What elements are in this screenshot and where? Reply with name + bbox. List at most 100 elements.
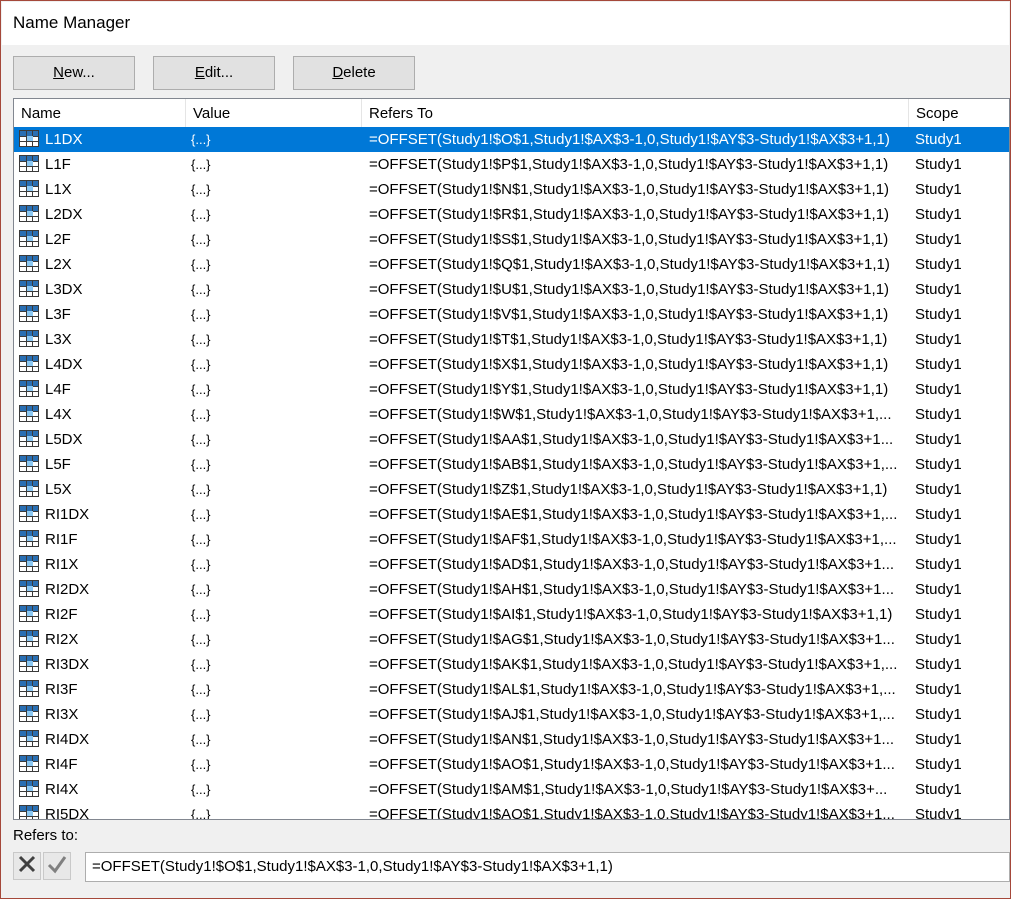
table-row[interactable]: RI4X {...} =OFFSET(Study1!$AM$1,Study1!$AX… [14, 777, 1009, 802]
row-scope: Study1 [915, 156, 962, 173]
row-name: L4X [45, 406, 72, 423]
table-row[interactable]: L1DX {...} =OFFSET(Study1!$O$1,Study1!$AX$… [14, 127, 1009, 152]
confirm-edit-button[interactable] [43, 852, 71, 880]
table-row[interactable]: L5X {...} =OFFSET(Study1!$Z$1,Study1!$AX$3… [14, 477, 1009, 502]
checkmark-icon [47, 856, 67, 874]
row-value: {...} [191, 457, 211, 472]
row-value: {...} [191, 482, 211, 497]
table-row[interactable]: RI4F {...} =OFFSET(Study1!$AO$1,Study1!$AX… [14, 752, 1009, 777]
row-value: {...} [191, 407, 211, 422]
edit-button-label: dit... [204, 64, 234, 81]
table-row[interactable]: L4DX {...} =OFFSET(Study1!$X$1,Study1!$AX$… [14, 352, 1009, 377]
row-refers-to: =OFFSET(Study1!$Q$1,Study1!$AX$3-1,0,Stu… [369, 256, 890, 273]
edit-button[interactable]: Edit... [153, 56, 275, 90]
row-name: L1F [45, 156, 71, 173]
table-row[interactable]: RI1F {...} =OFFSET(Study1!$AF$1,Study1!$AX… [14, 527, 1009, 552]
table-row[interactable]: L5F {...} =OFFSET(Study1!$AB$1,Study1!$AX$… [14, 452, 1009, 477]
title-bar: Name Manager [2, 2, 1009, 45]
table-row[interactable]: L2X {...} =OFFSET(Study1!$Q$1,Study1!$AX$3… [14, 252, 1009, 277]
named-range-icon [19, 452, 43, 477]
table-row[interactable]: L4F {...} =OFFSET(Study1!$Y$1,Study1!$AX$3… [14, 377, 1009, 402]
table-row[interactable]: L4X {...} =OFFSET(Study1!$W$1,Study1!$AX$3… [14, 402, 1009, 427]
row-value: {...} [191, 557, 211, 572]
named-range-icon [19, 252, 43, 277]
new-button[interactable]: New... [13, 56, 135, 90]
table-row[interactable]: L3X {...} =OFFSET(Study1!$T$1,Study1!$AX$3… [14, 327, 1009, 352]
table-row[interactable]: RI3X {...} =OFFSET(Study1!$AJ$1,Study1!$AX… [14, 702, 1009, 727]
close-icon [18, 855, 36, 873]
row-refers-to: =OFFSET(Study1!$O$1,Study1!$AX$3-1,0,Stu… [369, 131, 890, 148]
named-range-icon [19, 677, 43, 702]
row-value: {...} [191, 157, 211, 172]
row-name: L3X [45, 331, 72, 348]
row-value: {...} [191, 732, 211, 747]
table-row[interactable]: L1X {...} =OFFSET(Study1!$N$1,Study1!$AX$3… [14, 177, 1009, 202]
row-refers-to: =OFFSET(Study1!$AN$1,Study1!$AX$3-1,0,St… [369, 731, 895, 748]
table-row[interactable]: RI2F {...} =OFFSET(Study1!$AI$1,Study1!$AX… [14, 602, 1009, 627]
table-row[interactable]: RI1DX {...} =OFFSET(Study1!$AE$1,Study1!$A… [14, 502, 1009, 527]
row-refers-to: =OFFSET(Study1!$AI$1,Study1!$AX$3-1,0,St… [369, 606, 893, 623]
named-range-icon [19, 202, 43, 227]
row-scope: Study1 [915, 556, 962, 573]
row-value: {...} [191, 657, 211, 672]
delete-button-label: elete [343, 64, 376, 81]
row-refers-to: =OFFSET(Study1!$AQ$1,Study1!$AX$3-1,0,St… [369, 806, 895, 820]
named-range-icon [19, 152, 43, 177]
table-row[interactable]: RI3F {...} =OFFSET(Study1!$AL$1,Study1!$AX… [14, 677, 1009, 702]
row-name: RI1F [45, 531, 78, 548]
table-row[interactable]: RI3DX {...} =OFFSET(Study1!$AK$1,Study1!$A… [14, 652, 1009, 677]
row-value: {...} [191, 332, 211, 347]
row-value: {...} [191, 357, 211, 372]
row-scope: Study1 [915, 631, 962, 648]
column-header-refers-to[interactable]: Refers To [362, 99, 909, 127]
row-value: {...} [191, 282, 211, 297]
row-scope: Study1 [915, 781, 962, 798]
row-refers-to: =OFFSET(Study1!$Y$1,Study1!$AX$3-1,0,Stu… [369, 381, 889, 398]
row-refers-to: =OFFSET(Study1!$AO$1,Study1!$AX$3-1,0,St… [369, 756, 895, 773]
row-name: RI1DX [45, 506, 90, 523]
delete-button-accel: D [332, 64, 344, 81]
row-scope: Study1 [915, 406, 962, 423]
table-row[interactable]: RI5DX {...} =OFFSET(Study1!$AQ$1,Study1!$A… [14, 802, 1009, 820]
table-row[interactable]: RI2X {...} =OFFSET(Study1!$AG$1,Study1!$AX… [14, 627, 1009, 652]
row-refers-to: =OFFSET(Study1!$AA$1,Study1!$AX$3-1,0,St… [369, 431, 894, 448]
names-list[interactable]: Name Value Refers To Scope L1DX {...} =OFF… [13, 98, 1010, 820]
delete-button[interactable]: Delete [293, 56, 415, 90]
row-scope: Study1 [915, 381, 962, 398]
column-header-scope[interactable]: Scope [909, 99, 1009, 127]
table-row[interactable]: L3F {...} =OFFSET(Study1!$V$1,Study1!$AX$3… [14, 302, 1009, 327]
row-value: {...} [191, 507, 211, 522]
cancel-edit-button[interactable] [13, 852, 41, 880]
table-row[interactable]: RI2DX {...} =OFFSET(Study1!$AH$1,Study1!$A… [14, 577, 1009, 602]
row-refers-to: =OFFSET(Study1!$Z$1,Study1!$AX$3-1,0,Stu… [369, 481, 888, 498]
named-range-icon [19, 427, 43, 452]
table-row[interactable]: L2DX {...} =OFFSET(Study1!$R$1,Study1!$AX$… [14, 202, 1009, 227]
row-refers-to: =OFFSET(Study1!$X$1,Study1!$AX$3-1,0,Stu… [369, 356, 889, 373]
row-name: RI3F [45, 681, 78, 698]
named-range-icon [19, 602, 43, 627]
named-range-icon [19, 577, 43, 602]
row-name: RI2F [45, 606, 78, 623]
named-range-icon [19, 627, 43, 652]
row-scope: Study1 [915, 806, 962, 820]
row-refers-to: =OFFSET(Study1!$AF$1,Study1!$AX$3-1,0,St… [369, 531, 897, 548]
row-value: {...} [191, 757, 211, 772]
table-row[interactable]: RI4DX {...} =OFFSET(Study1!$AN$1,Study1!$A… [14, 727, 1009, 752]
table-row[interactable]: L5DX {...} =OFFSET(Study1!$AA$1,Study1!$AX… [14, 427, 1009, 452]
row-refers-to: =OFFSET(Study1!$V$1,Study1!$AX$3-1,0,Stu… [369, 306, 889, 323]
table-row[interactable]: L2F {...} =OFFSET(Study1!$S$1,Study1!$AX$3… [14, 227, 1009, 252]
row-name: L2F [45, 231, 71, 248]
column-header-value[interactable]: Value [186, 99, 362, 127]
row-value: {...} [191, 682, 211, 697]
row-refers-to: =OFFSET(Study1!$AJ$1,Study1!$AX$3-1,0,St… [369, 706, 895, 723]
table-row[interactable]: L1F {...} =OFFSET(Study1!$P$1,Study1!$AX$3… [14, 152, 1009, 177]
row-refers-to: =OFFSET(Study1!$S$1,Study1!$AX$3-1,0,Stu… [369, 231, 889, 248]
column-header-name[interactable]: Name [14, 99, 186, 127]
list-rows: L1DX {...} =OFFSET(Study1!$O$1,Study1!$AX$… [14, 127, 1009, 820]
row-name: RI4F [45, 756, 78, 773]
row-scope: Study1 [915, 306, 962, 323]
table-row[interactable]: L3DX {...} =OFFSET(Study1!$U$1,Study1!$AX$… [14, 277, 1009, 302]
row-scope: Study1 [915, 181, 962, 198]
refers-to-input[interactable]: =OFFSET(Study1!$O$1,Study1!$AX$3-1,0,Stu… [85, 852, 1010, 882]
table-row[interactable]: RI1X {...} =OFFSET(Study1!$AD$1,Study1!$AX… [14, 552, 1009, 577]
